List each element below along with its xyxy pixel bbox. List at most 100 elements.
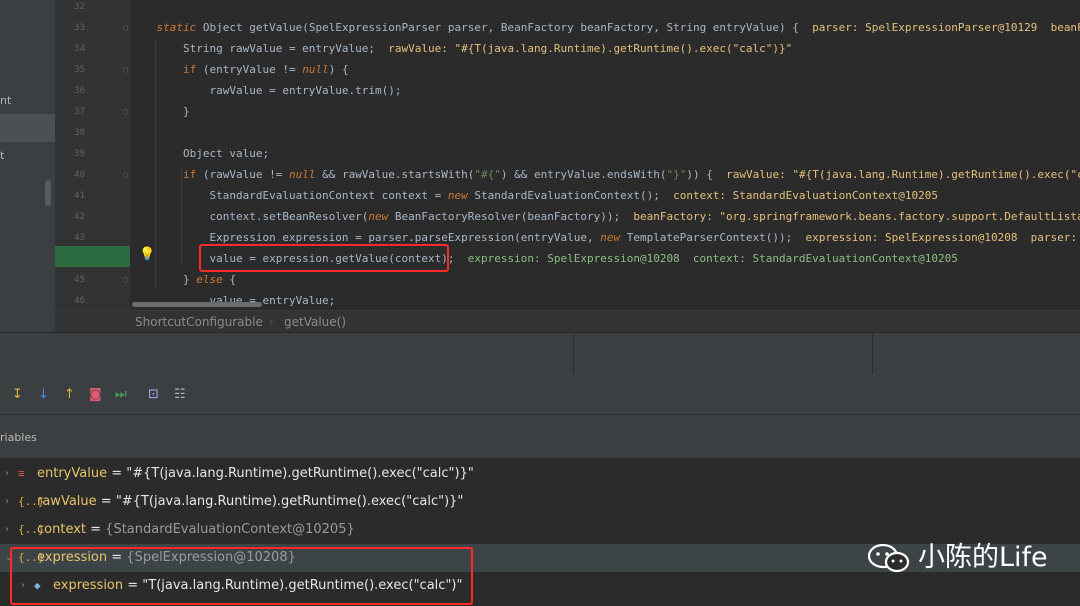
code-token: Object value; <box>130 147 270 160</box>
variables-section-header: riables <box>0 414 1080 459</box>
variable-value: {StandardEvaluationContext@10205} <box>105 522 355 537</box>
variable-value: "#{T(java.lang.Runtime).getRuntime().exe… <box>126 466 474 481</box>
code-line[interactable]: value = entryValue; <box>130 290 335 310</box>
code-line[interactable]: String rawValue = entryValue; rawValue: … <box>130 38 792 59</box>
inline-debug-value: rawValue: "#{T(java.lang.Runtime).getRun… <box>726 168 1080 181</box>
code-token: String rawValue = entryValue; <box>130 42 389 55</box>
lightbulb-icon[interactable]: 💡 <box>139 247 155 262</box>
chevron-right-icon[interactable]: › <box>5 516 9 544</box>
inline-debug-value: rawValue: "#{T(java.lang.Runtime).getRun… <box>388 42 793 55</box>
evaluate-expression-icon[interactable]: ⊡ <box>148 387 159 402</box>
code-token: else <box>196 273 223 286</box>
fold-marker-icon[interactable]: ▢ <box>123 275 128 284</box>
variable-row[interactable]: › ≡ entryValue = "#{T(java.lang.Runtime).g… <box>0 460 1080 488</box>
drop-frame-icon[interactable]: ◙ <box>89 387 102 402</box>
project-item-selected[interactable] <box>0 114 55 142</box>
line-number[interactable]: 41 <box>65 191 85 201</box>
debug-toolbar: ↧ ↓ ↑ ◙ ⏭ ⊡ ☷ <box>0 374 1080 414</box>
line-number[interactable]: 32 <box>65 2 85 12</box>
trace-stream-icon[interactable]: ☷ <box>174 387 186 402</box>
step-into-icon[interactable]: ↓ <box>38 387 49 402</box>
fold-marker-icon[interactable]: ▢ <box>123 65 128 74</box>
code-line[interactable]: } <box>130 101 190 122</box>
inline-debug-value: beanFactory: "org.springframework.beans.… <box>633 210 1080 223</box>
line-number[interactable]: 45 <box>65 275 85 285</box>
code-token: if <box>182 63 197 76</box>
fold-marker-icon[interactable]: ▢ <box>123 170 128 179</box>
code-token: StandardEvaluationContext context = <box>130 189 448 202</box>
debug-tabs-bar <box>0 332 1080 375</box>
inline-debug-value: context: StandardEvaluationContext@10205 <box>673 189 938 202</box>
highlight-box-variables <box>10 547 473 605</box>
highlight-box-code-line <box>199 244 449 272</box>
breadcrumb-method[interactable]: getValue() <box>284 311 346 333</box>
code-token: null <box>302 63 329 76</box>
line-number[interactable]: 38 <box>65 128 85 138</box>
variables-title: riables <box>0 431 37 444</box>
chevron-right-icon[interactable]: › <box>5 460 9 488</box>
code-line[interactable]: StandardEvaluationContext context = new … <box>130 185 938 206</box>
code-line[interactable]: static Object getValue(SpelExpressionPar… <box>130 17 1080 38</box>
code-token: Object getValue(SpelExpressionParser par… <box>196 21 813 34</box>
project-item-2[interactable]: t <box>0 149 4 162</box>
inline-debug-value: expression: SpelExpression@10208 parser:… <box>805 231 1078 244</box>
line-number[interactable]: 42 <box>65 212 85 222</box>
fold-marker-icon[interactable]: ▢ <box>123 107 128 116</box>
code-token: static <box>156 21 197 34</box>
line-number[interactable]: 35 <box>65 65 85 75</box>
line-number[interactable]: 40 <box>65 170 85 180</box>
editor-horizontal-scrollbar[interactable] <box>132 302 262 307</box>
code-token: TemplateParserContext()); <box>620 231 806 244</box>
code-token: new <box>447 189 468 202</box>
line-number[interactable]: 36 <box>65 86 85 96</box>
line-number[interactable]: 43 <box>65 233 85 243</box>
code-line[interactable]: Object value; <box>130 143 269 164</box>
variable-equals: = <box>86 522 106 537</box>
variable-value: "#{T(java.lang.Runtime).getRuntime().exe… <box>115 494 464 509</box>
wechat-icon <box>867 543 910 573</box>
field-icon: ≡ <box>18 467 25 480</box>
variable-name: entryValue <box>37 466 108 481</box>
variable-name: rawValue <box>37 494 97 509</box>
breadcrumb-separator: › <box>269 315 274 329</box>
code-line[interactable]: rawValue = entryValue.trim(); <box>130 80 402 101</box>
watermark-text: 小陈的Life <box>918 542 1048 573</box>
code-token: (rawValue != <box>196 168 289 181</box>
variable-row[interactable]: › {..} rawValue = "#{T(java.lang.Runtime).… <box>0 488 1080 516</box>
chevron-right-icon[interactable]: › <box>5 488 9 516</box>
code-line[interactable]: } else { <box>130 269 236 290</box>
code-token: { <box>222 273 236 286</box>
variable-equals: = <box>96 494 116 509</box>
breadcrumb-class[interactable]: ShortcutConfigurable <box>135 311 263 333</box>
line-number[interactable]: 39 <box>65 149 85 159</box>
code-token: )) { <box>686 168 727 181</box>
code-line[interactable]: context.setBeanResolver(new BeanFactoryR… <box>130 206 1080 227</box>
code-line[interactable]: if (entryValue != null) { <box>130 59 349 80</box>
code-token: rawValue = entryValue.trim(); <box>130 84 402 97</box>
inline-debug-value: expression: SpelExpression@10208 context… <box>467 252 958 265</box>
code-token: BeanFactoryResolver(beanFactory)); <box>388 210 634 223</box>
code-token: null <box>288 168 316 181</box>
step-over-icon[interactable]: ↧ <box>12 387 23 402</box>
fold-marker-icon[interactable]: ▢ <box>123 23 128 32</box>
line-number[interactable]: 46 <box>65 296 85 306</box>
code-token: } <box>130 105 190 118</box>
line-number[interactable]: 34 <box>65 44 85 54</box>
breadcrumb: ShortcutConfigurable › getValue() <box>55 310 1080 333</box>
code-token: } <box>130 273 197 286</box>
code-token: "#{" <box>474 168 501 181</box>
code-token: Expression expression = parser.parseExpr… <box>130 231 601 244</box>
line-number[interactable]: 37 <box>65 107 85 117</box>
code-line[interactable]: if (rawValue != null && rawValue.startsW… <box>130 164 1080 185</box>
step-out-icon[interactable]: ↑ <box>64 387 75 402</box>
line-number[interactable]: 33 <box>65 23 85 33</box>
project-item-1[interactable]: nt <box>0 94 11 107</box>
code-token: "}" <box>666 168 687 181</box>
code-token: StandardEvaluationContext(); <box>467 189 674 202</box>
run-to-cursor-icon[interactable]: ⏭ <box>115 387 127 402</box>
project-scrollbar[interactable] <box>45 180 51 206</box>
variable-equals: = <box>107 466 127 481</box>
variable-name: context <box>37 522 86 537</box>
